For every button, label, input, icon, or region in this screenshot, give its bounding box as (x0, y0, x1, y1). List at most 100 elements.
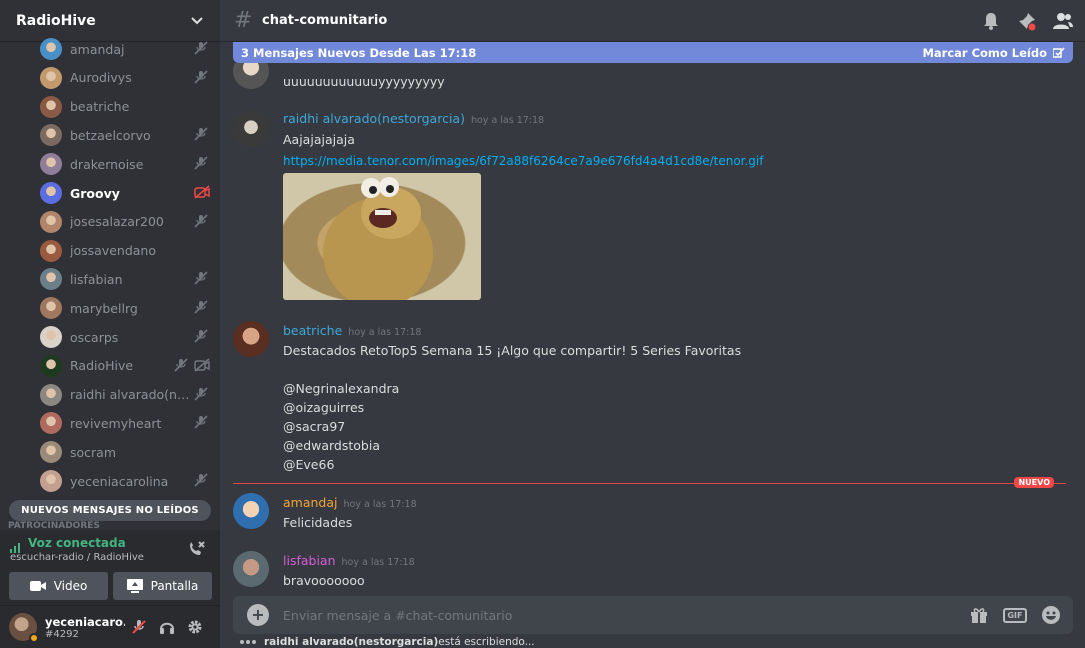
status-idle-icon (29, 633, 39, 643)
avatar[interactable] (40, 441, 62, 464)
message-timestamp: hoy a las 17:18 (348, 327, 422, 338)
voice-member[interactable]: yeceniacarolina (40, 468, 210, 494)
avatar[interactable] (233, 493, 269, 529)
voice-member[interactable]: josesalazar200 (40, 209, 210, 235)
new-messages-divider: NUEVO (233, 477, 1066, 488)
members-icon[interactable] (1051, 10, 1075, 32)
voice-member[interactable]: revivemyheart (40, 410, 210, 436)
avatar[interactable] (40, 268, 62, 291)
voice-member[interactable]: marybellrg (40, 295, 210, 321)
message-input[interactable] (283, 607, 965, 623)
mic-muted-icon (174, 358, 190, 374)
user-name: yeceniacaro... (45, 614, 125, 629)
avatar[interactable] (40, 354, 62, 377)
avatar[interactable] (40, 182, 62, 204)
mic-muted-icon (194, 415, 210, 431)
unread-messages-button[interactable]: NUEVOS MENSAJES NO LEÍDOS (9, 500, 211, 521)
mic-muted-icon (194, 41, 210, 57)
avatar[interactable] (40, 95, 62, 118)
new-messages-text: 3 Mensajes Nuevos Desde Las 17:18 (241, 45, 477, 60)
gif-button[interactable]: GIF (1001, 603, 1029, 627)
voice-member[interactable]: drakernoise (40, 151, 210, 177)
voice-member-name: amandaj (70, 41, 125, 57)
screen-share-button[interactable]: Pantalla (113, 572, 212, 600)
voice-member[interactable]: socram (40, 439, 210, 465)
avatar[interactable] (40, 383, 62, 406)
video-button[interactable]: Video (9, 572, 108, 600)
avatar[interactable] (40, 210, 62, 233)
discord-window: RadioHive amandaj Aurodivys beatriche betza… (0, 0, 1085, 648)
voice-member[interactable]: betzaelcorvo (40, 122, 210, 148)
gif-embed[interactable] (283, 173, 481, 300)
chevron-down-icon[interactable] (190, 14, 204, 28)
message-text: uuuuuuuuuuuuyyyyyyyyy (283, 74, 445, 89)
gear-icon[interactable] (181, 613, 209, 641)
avatar[interactable] (233, 63, 269, 89)
mic-muted-icon (194, 70, 210, 86)
user-info[interactable]: yeceniacaro... #4292 (45, 615, 125, 640)
voice-member[interactable]: Groovy (40, 180, 210, 206)
voice-member-name: marybellrg (70, 300, 138, 316)
pin-icon[interactable] (1015, 10, 1039, 32)
voice-member[interactable]: Aurodivys (40, 65, 210, 91)
voice-channel-path[interactable]: escuchar-radio / RadioHive (10, 552, 144, 563)
message-author[interactable]: lisfabian (283, 553, 336, 568)
headphones-icon[interactable] (153, 613, 181, 641)
video-off-icon (194, 358, 210, 374)
avatar[interactable] (233, 321, 269, 357)
typing-indicator: raidhi alvarado(nestorgarcia) está escri… (240, 636, 535, 648)
voice-member[interactable]: oscarps (40, 324, 210, 350)
voice-member-name: betzaelcorvo (70, 127, 151, 143)
avatar[interactable] (9, 613, 39, 643)
voice-member-name: raidhi alvarado(nes... (70, 387, 190, 403)
mark-as-read-button[interactable]: Marcar Como Leído (922, 46, 1065, 60)
bell-icon[interactable] (979, 10, 1003, 32)
voice-member[interactable]: raidhi alvarado(nes... (40, 382, 210, 408)
voice-member-name: lisfabian (70, 271, 123, 287)
message-header: amandaj hoy a las 17:18 (283, 495, 417, 510)
typing-suffix: está escribiendo... (438, 636, 535, 648)
mic-muted-icon (194, 300, 210, 316)
voice-connection-panel: Voz conectada escuchar-radio / RadioHive… (0, 530, 220, 606)
upload-plus-icon[interactable]: + (247, 604, 269, 626)
voice-member[interactable]: beatriche (40, 94, 210, 120)
voice-status: Voz conectada (28, 536, 126, 550)
typing-user: raidhi alvarado(nestorgarcia) (264, 636, 439, 648)
voice-member-list: amandaj Aurodivys beatriche betzaelcorvo dra… (0, 36, 220, 496)
gif-link[interactable]: https://media.tenor.com/images/6f72a88f6… (283, 154, 764, 168)
message-list: uuuuuuuuuuuuyyyyyyyyy raidhi alvarado(ne… (220, 63, 1085, 593)
avatar[interactable] (40, 153, 62, 176)
message-header: beatriche hoy a las 17:18 (283, 323, 421, 338)
avatar[interactable] (40, 38, 62, 60)
message-author[interactable]: raidhi alvarado(nestorgarcia) (283, 111, 465, 126)
avatar[interactable] (233, 111, 269, 147)
avatar[interactable] (40, 326, 62, 348)
mic-muted-icon (194, 156, 210, 172)
message-author[interactable]: amandaj (283, 495, 338, 510)
avatar[interactable] (40, 297, 62, 320)
emoji-icon[interactable] (1037, 603, 1065, 627)
hash-icon: # (234, 8, 253, 33)
voice-member[interactable]: amandaj (40, 36, 210, 62)
voice-member[interactable]: lisfabian (40, 266, 210, 292)
voice-member-name: drakernoise (70, 156, 144, 172)
message-header: lisfabian hoy a las 17:18 (283, 553, 415, 568)
voice-member-name: Groovy (70, 185, 120, 201)
avatar[interactable] (40, 124, 62, 147)
message-author[interactable]: beatriche (283, 323, 342, 338)
gift-icon[interactable] (965, 603, 993, 627)
video-off-icon (194, 185, 210, 201)
avatar[interactable] (233, 551, 269, 587)
voice-member[interactable]: jossavendano (40, 238, 210, 264)
avatar[interactable] (40, 239, 62, 262)
voice-member[interactable]: RadioHive (40, 353, 210, 379)
mention: @sacra97 (283, 419, 346, 434)
avatar[interactable] (40, 470, 62, 492)
disconnect-icon[interactable] (186, 539, 206, 559)
avatar[interactable] (40, 412, 62, 435)
new-messages-bar[interactable]: 3 Mensajes Nuevos Desde Las 17:18 Marcar… (233, 42, 1073, 63)
camera-icon (29, 580, 46, 592)
mute-mic-icon[interactable] (125, 613, 153, 641)
avatar[interactable] (40, 66, 62, 89)
screen-share-icon (126, 579, 143, 593)
